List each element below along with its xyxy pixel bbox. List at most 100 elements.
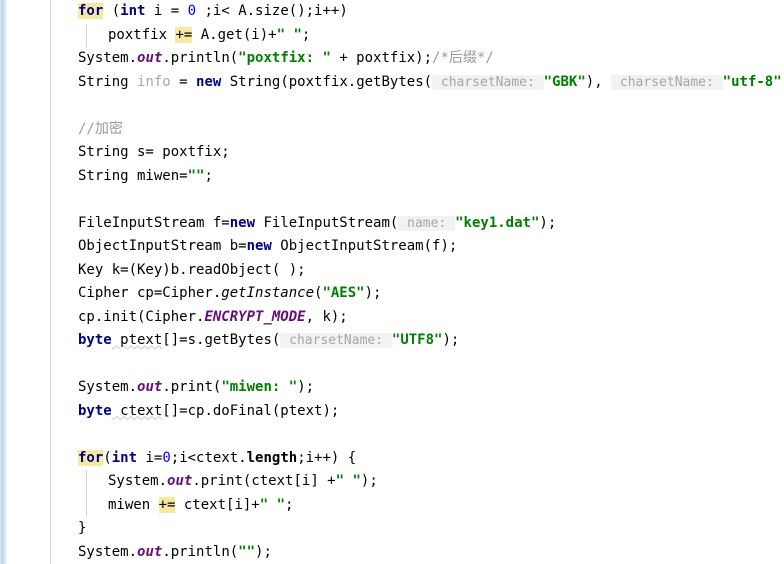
code-token: ); [360, 473, 378, 489]
code-token: []=s.getBytes( [162, 332, 281, 348]
editor-marker-strip [0, 0, 7, 564]
code-line[interactable]: Key k=(Key)b.readObject( ); [51, 259, 784, 283]
code-token: + poxtfix); [330, 50, 433, 66]
code-token: "poxtfix: " [238, 50, 331, 66]
editor-gutter[interactable] [7, 0, 50, 564]
code-line[interactable]: miwen += ctext[i]+" "; [51, 493, 784, 517]
code-line[interactable]: String s= poxtfix; [51, 141, 784, 165]
code-token: byte [78, 332, 112, 348]
code-token: new [196, 73, 222, 90]
code-line[interactable] [51, 188, 784, 212]
code-token: "AES" [322, 285, 365, 301]
code-token: getInstance [221, 285, 315, 301]
code-token: System. [78, 379, 138, 395]
code-token: String miwen= [78, 167, 188, 184]
code-token: " " [335, 473, 361, 489]
code-token: String [78, 73, 138, 90]
code-token: poxtfix [108, 26, 176, 43]
code-token: out [137, 50, 163, 66]
code-token: System. [78, 50, 138, 66]
code-line[interactable] [51, 353, 784, 377]
code-line[interactable]: System.out.println(""); [51, 541, 784, 564]
code-line[interactable]: String info = new String(poxtfix.getByte… [51, 71, 784, 95]
code-token: ( [103, 449, 112, 466]
code-line[interactable]: for(int i=0;i<ctext.length;i++) { [51, 447, 784, 471]
code-line[interactable]: cp.init(Cipher.ENCRYPT_MODE, k); [51, 306, 784, 330]
code-token: ptext [111, 332, 163, 348]
code-line[interactable]: byte ptext[]=s.getBytes( charsetName: "U… [51, 329, 784, 353]
code-token: new [246, 238, 272, 254]
code-token: FileInputStream f= [78, 214, 230, 231]
code-line[interactable]: poxtfix += A.get(i)+" "; [51, 23, 784, 47]
code-token: "" [187, 167, 205, 184]
code-token: "" [238, 543, 256, 560]
code-token: System. [78, 543, 138, 560]
code-token: += [158, 496, 176, 513]
code-token: out [137, 379, 163, 395]
code-token: String s= poxtfix; [78, 144, 230, 160]
code-line[interactable] [51, 94, 784, 118]
code-line[interactable]: String miwen=""; [51, 165, 784, 189]
indent-guide [86, 23, 87, 47]
code-line[interactable]: } [51, 517, 784, 541]
code-line[interactable]: System.out.println("poxtfix: " + poxtfix… [51, 47, 784, 71]
code-token: ObjectInputStream b= [78, 238, 247, 254]
code-token: ;i< A.size();i++) [196, 3, 348, 19]
code-token: String(poxtfix.getBytes( [221, 73, 433, 90]
code-token: } [78, 520, 87, 536]
code-line[interactable]: Cipher cp=Cipher.getInstance("AES"); [51, 282, 784, 306]
code-line[interactable]: FileInputStream f=new FileInputStream( n… [51, 212, 784, 236]
code-token: A.get(i)+ [192, 26, 277, 43]
code-token: , k); [305, 308, 348, 325]
code-token: ObjectInputStream(f); [271, 238, 458, 254]
code-token: " " [276, 26, 302, 43]
code-token: miwen [108, 496, 159, 513]
code-token: for [78, 3, 104, 19]
code-line[interactable]: System.out.print(ctext[i] +" "); [51, 470, 784, 494]
code-token: ); [442, 332, 460, 348]
code-editor[interactable]: for (int i = 0 ;i< A.size();i++) poxtfix … [0, 0, 784, 564]
code-token: .println( [162, 50, 239, 66]
code-line[interactable]: //加密 [51, 118, 784, 142]
code-token: "key1.dat" [455, 214, 540, 231]
code-token: "UTF8" [391, 332, 443, 348]
code-token: ENCRYPT_MODE [204, 308, 306, 325]
code-line[interactable] [51, 423, 784, 447]
code-token: FileInputStream( [255, 214, 399, 231]
code-token: ); [255, 543, 272, 560]
code-token: out [137, 543, 163, 560]
code-token: ); [539, 214, 557, 231]
code-token: out [167, 473, 193, 489]
code-line[interactable]: byte ctext[]=cp.doFinal(ptext); [51, 400, 784, 424]
code-token: Key k=(Key)b.readObject( ); [78, 261, 306, 278]
code-line[interactable]: System.out.print("miwen: "); [51, 376, 784, 400]
code-token: i = [145, 3, 188, 19]
code-token: info [137, 73, 171, 90]
code-token: "utf-8" [722, 73, 782, 90]
code-token: ;i++) { [297, 449, 357, 466]
code-token: //加密 [78, 120, 123, 137]
code-token: cp.init(Cipher. [78, 308, 205, 325]
code-token: ); [297, 379, 315, 395]
code-token: = [170, 73, 197, 90]
code-token: for [78, 449, 104, 466]
code-token: i= [137, 449, 163, 466]
code-token: += [175, 26, 193, 43]
code-token: charsetName: [611, 74, 723, 90]
code-token: "GBK" [543, 73, 586, 90]
code-token: 0 [162, 449, 171, 466]
code-token: ctext[i]+ [175, 496, 260, 513]
code-line[interactable]: ObjectInputStream b=new ObjectInputStrea… [51, 235, 784, 259]
code-token: .print( [162, 379, 222, 395]
code-token: .print(ctext[i] + [192, 473, 336, 489]
code-token: int [120, 3, 146, 19]
code-line[interactable]: for (int i = 0 ;i< A.size();i++) [51, 0, 784, 24]
code-text-area[interactable]: for (int i = 0 ;i< A.size();i++) poxtfix … [51, 0, 784, 564]
code-token: 0 [187, 3, 197, 19]
code-token: /*后缀*/ [432, 50, 494, 66]
code-token: int [111, 449, 138, 466]
code-token: charsetName: [432, 74, 544, 90]
code-token: ctext [111, 402, 163, 419]
code-token: ; [204, 167, 213, 184]
indent-guide [86, 470, 87, 494]
